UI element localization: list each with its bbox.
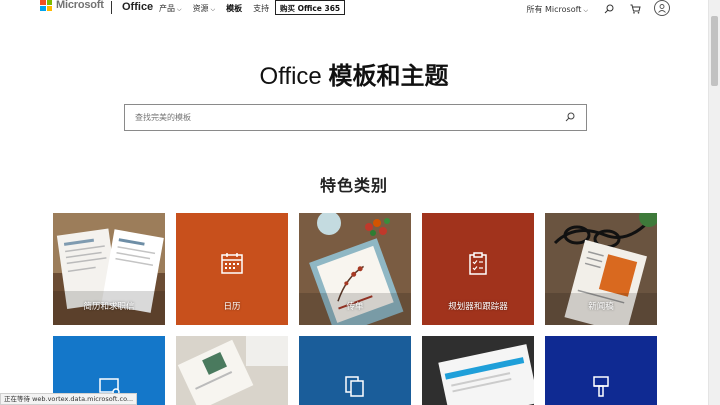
chevron-down-icon: ⌵ (177, 6, 182, 13)
brand-name: Microsoft (56, 0, 104, 11)
category-tile-planner[interactable]: 规划器和跟踪器 (422, 213, 534, 325)
search-input[interactable] (135, 113, 555, 122)
tile-label: 传单 (346, 302, 364, 312)
paint-brush-icon (593, 376, 609, 397)
header-right: 所有 Microsoft ⌵ (526, 0, 670, 16)
category-tile-invoices[interactable] (422, 336, 534, 405)
section-title: 特色类别 (319, 176, 388, 195)
template-search-box[interactable] (124, 104, 587, 131)
office-link[interactable]: Office (122, 1, 153, 13)
nav-resources[interactable]: 资源 ⌵ (193, 3, 216, 14)
main-nav: 产品 ⌵ 资源 ⌵ 模板 支持 (159, 3, 280, 14)
search-icon[interactable] (602, 2, 616, 16)
header-divider (111, 1, 112, 14)
category-tile-calendar[interactable]: 日历 (176, 213, 288, 325)
tile-label: 简历和求职信 (83, 302, 135, 312)
nav-products[interactable]: 产品 ⌵ (159, 3, 182, 14)
page-title: Office 模板和主题 (259, 63, 449, 90)
invoice-photo (422, 336, 534, 405)
search-icon[interactable] (565, 112, 577, 124)
buy-office-button[interactable]: 购买 Office 365 (275, 0, 346, 15)
cart-icon[interactable] (628, 2, 642, 16)
browser-status-bar: 正在等待 web.vortex.data.microsoft.co... (0, 393, 138, 405)
calendar-icon (221, 253, 243, 274)
account-avatar-icon[interactable] (654, 0, 670, 16)
tile-label: 规划器和跟踪器 (448, 302, 508, 312)
category-tile-flyer[interactable]: 传单 (299, 213, 411, 325)
chevron-down-icon: ⌵ (583, 6, 588, 14)
microsoft-logo-icon (40, 0, 52, 11)
all-microsoft-menu[interactable]: 所有 Microsoft ⌵ (526, 4, 588, 15)
clipboard-icon (469, 252, 487, 275)
chevron-down-icon: ⌵ (210, 6, 216, 13)
category-tile-design[interactable] (545, 336, 657, 405)
copy-icon (345, 376, 364, 397)
page-scrollbar[interactable] (708, 0, 720, 405)
scrollbar-thumb[interactable] (711, 16, 718, 86)
tile-label: 新闻稿 (588, 302, 614, 312)
nav-templates[interactable]: 模板 (226, 3, 242, 14)
category-tile-stationery[interactable] (176, 336, 288, 405)
tile-label: 日历 (223, 302, 241, 312)
category-tile-resume[interactable]: 简历和求职信 (53, 213, 165, 325)
stationery-photo (176, 336, 288, 405)
microsoft-logo[interactable]: Microsoft (40, 0, 104, 11)
category-tile-newsletter[interactable]: 新闻稿 (545, 213, 657, 325)
nav-support[interactable]: 支持 (253, 3, 269, 14)
category-tile-documents[interactable] (299, 336, 411, 405)
site-header: Microsoft Office 产品 ⌵ 资源 ⌵ 模板 支持 购买 Office… (0, 0, 708, 17)
